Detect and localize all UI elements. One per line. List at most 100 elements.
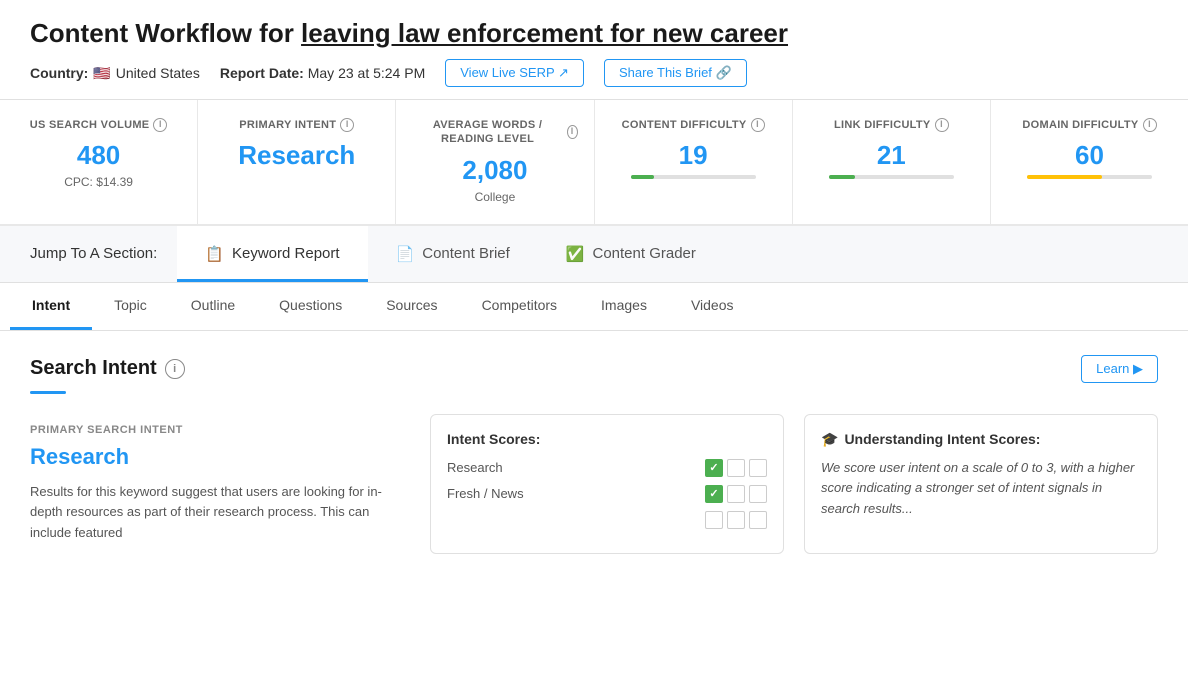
cb-research-2	[727, 459, 745, 477]
country-label: Country:	[30, 65, 88, 81]
understanding-icon: 🎓	[821, 431, 838, 448]
header-section: Content Workflow for leaving law enforce…	[0, 0, 1188, 100]
metric-label-2: AVERAGE WORDS / READING LEVEL i	[412, 118, 577, 147]
intent-fresh-news-label: Fresh / News	[447, 486, 705, 501]
report-date-label: Report Date:	[220, 65, 304, 81]
sub-tab-images[interactable]: Images	[579, 283, 669, 330]
sub-tab-intent[interactable]: Intent	[10, 283, 92, 330]
sub-tabs: IntentTopicOutlineQuestionsSourcesCompet…	[0, 283, 1188, 331]
section-tab-content-grader[interactable]: ✅ Content Grader	[538, 226, 724, 282]
section-title-row: Search Intent i Learn ▶	[30, 355, 1158, 383]
primary-search-intent-value: Research	[30, 444, 410, 470]
metric-info-icon-5[interactable]: i	[1143, 118, 1157, 132]
section-underline	[30, 391, 66, 394]
intent-row-empty	[447, 511, 767, 529]
report-date-value: May 23 at 5:24 PM	[308, 65, 426, 81]
title-prefix: Content Workflow for	[30, 18, 301, 48]
metric-card-4: LINK DIFFICULTY i 21	[793, 100, 991, 224]
meta-row: Country: 🇺🇸 United States Report Date: M…	[30, 59, 1158, 87]
metric-card-0: US SEARCH VOLUME i 480 CPC: $14.39	[0, 100, 198, 224]
metric-value-1: Research	[214, 140, 379, 171]
metric-value-0: 480	[16, 140, 181, 171]
share-brief-button[interactable]: Share This Brief 🔗	[604, 59, 747, 87]
understanding-title-text: Understanding Intent Scores:	[844, 431, 1040, 447]
sub-tab-competitors[interactable]: Competitors	[460, 283, 579, 330]
page-title: Content Workflow for leaving law enforce…	[30, 18, 1158, 49]
cb-research-3	[749, 459, 767, 477]
intent-description: Results for this keyword suggest that us…	[30, 482, 410, 544]
country-flag: 🇺🇸	[93, 65, 110, 82]
cb-empty-1	[705, 511, 723, 529]
metric-label-0: US SEARCH VOLUME i	[16, 118, 181, 132]
metric-info-icon-4[interactable]: i	[935, 118, 949, 132]
content-area: Search Intent i Learn ▶ PRIMARY SEARCH I…	[0, 331, 1188, 578]
content-brief-label: Content Brief	[422, 245, 510, 262]
metric-value-2: 2,080	[412, 155, 577, 186]
metric-card-1: PRIMARY INTENT i Research	[198, 100, 396, 224]
primary-search-intent-label: PRIMARY SEARCH INTENT	[30, 424, 410, 436]
content-grader-icon: ✅	[566, 245, 585, 263]
metric-label-1: PRIMARY INTENT i	[214, 118, 379, 132]
metric-bar-fill-5	[1027, 175, 1102, 179]
metric-bar-5	[1027, 175, 1152, 179]
section-nav: Jump To A Section: 📋 Keyword Report 📄 Co…	[0, 226, 1188, 283]
metric-bar-3	[631, 175, 756, 179]
understanding-intent-card: 🎓 Understanding Intent Scores: We score …	[804, 414, 1158, 554]
intent-scores-title: Intent Scores:	[447, 431, 767, 447]
metric-sub-2: College	[412, 190, 577, 204]
search-intent-info-icon[interactable]: i	[165, 359, 185, 379]
metric-card-3: CONTENT DIFFICULTY i 19	[595, 100, 793, 224]
metric-label-3: CONTENT DIFFICULTY i	[611, 118, 776, 132]
metric-value-4: 21	[809, 140, 974, 171]
sub-tab-videos[interactable]: Videos	[669, 283, 756, 330]
learn-button[interactable]: Learn ▶	[1081, 355, 1158, 383]
jump-to-label: Jump To A Section:	[30, 227, 177, 280]
keyword-report-label: Keyword Report	[232, 245, 340, 262]
content-grader-label: Content Grader	[592, 245, 695, 262]
content-brief-icon: 📄	[396, 245, 415, 263]
metric-sub-0: CPC: $14.39	[16, 175, 181, 189]
metric-info-icon-3[interactable]: i	[751, 118, 765, 132]
metric-value-3: 19	[611, 140, 776, 171]
cb-research-1	[705, 459, 723, 477]
intent-left-panel: PRIMARY SEARCH INTENT Research Results f…	[30, 414, 410, 554]
intent-fresh-news-checkboxes	[705, 485, 767, 503]
metric-value-5: 60	[1007, 140, 1172, 171]
country-info: Country: 🇺🇸 United States	[30, 65, 200, 82]
country-name: United States	[116, 65, 200, 81]
keyword-report-icon: 📋	[205, 245, 224, 263]
metric-info-icon-0[interactable]: i	[153, 118, 167, 132]
section-title: Search Intent i	[30, 357, 185, 380]
view-live-serp-button[interactable]: View Live SERP ↗	[445, 59, 584, 87]
cb-empty-3	[749, 511, 767, 529]
cb-news-2	[727, 485, 745, 503]
section-tab-keyword-report[interactable]: 📋 Keyword Report	[177, 226, 367, 282]
section-tab-content-brief[interactable]: 📄 Content Brief	[368, 226, 538, 282]
sub-tab-sources[interactable]: Sources	[364, 283, 459, 330]
metric-bar-fill-3	[631, 175, 655, 179]
title-link[interactable]: leaving law enforcement for new career	[301, 18, 788, 48]
metric-bar-fill-4	[829, 175, 855, 179]
report-date: Report Date: May 23 at 5:24 PM	[220, 65, 425, 81]
metrics-section: US SEARCH VOLUME i 480 CPC: $14.39 PRIMARY …	[0, 100, 1188, 226]
metric-info-icon-2[interactable]: i	[567, 125, 578, 139]
intent-row-research: Research	[447, 459, 767, 477]
intent-empty-checkboxes	[705, 511, 767, 529]
understanding-text: We score user intent on a scale of 0 to …	[821, 458, 1141, 520]
intent-scores-card: Intent Scores: Research Fresh / News	[430, 414, 784, 554]
metric-label-5: DOMAIN DIFFICULTY i	[1007, 118, 1172, 132]
cb-news-1	[705, 485, 723, 503]
intent-research-checkboxes	[705, 459, 767, 477]
sub-tab-topic[interactable]: Topic	[92, 283, 169, 330]
metric-card-2: AVERAGE WORDS / READING LEVEL i 2,080 Coll…	[396, 100, 594, 224]
intent-grid: PRIMARY SEARCH INTENT Research Results f…	[30, 414, 1158, 554]
cb-news-3	[749, 485, 767, 503]
intent-row-fresh-news: Fresh / News	[447, 485, 767, 503]
sub-tab-outline[interactable]: Outline	[169, 283, 257, 330]
metric-card-5: DOMAIN DIFFICULTY i 60	[991, 100, 1188, 224]
metric-info-icon-1[interactable]: i	[340, 118, 354, 132]
metric-label-4: LINK DIFFICULTY i	[809, 118, 974, 132]
understanding-title: 🎓 Understanding Intent Scores:	[821, 431, 1141, 448]
cb-empty-2	[727, 511, 745, 529]
sub-tab-questions[interactable]: Questions	[257, 283, 364, 330]
